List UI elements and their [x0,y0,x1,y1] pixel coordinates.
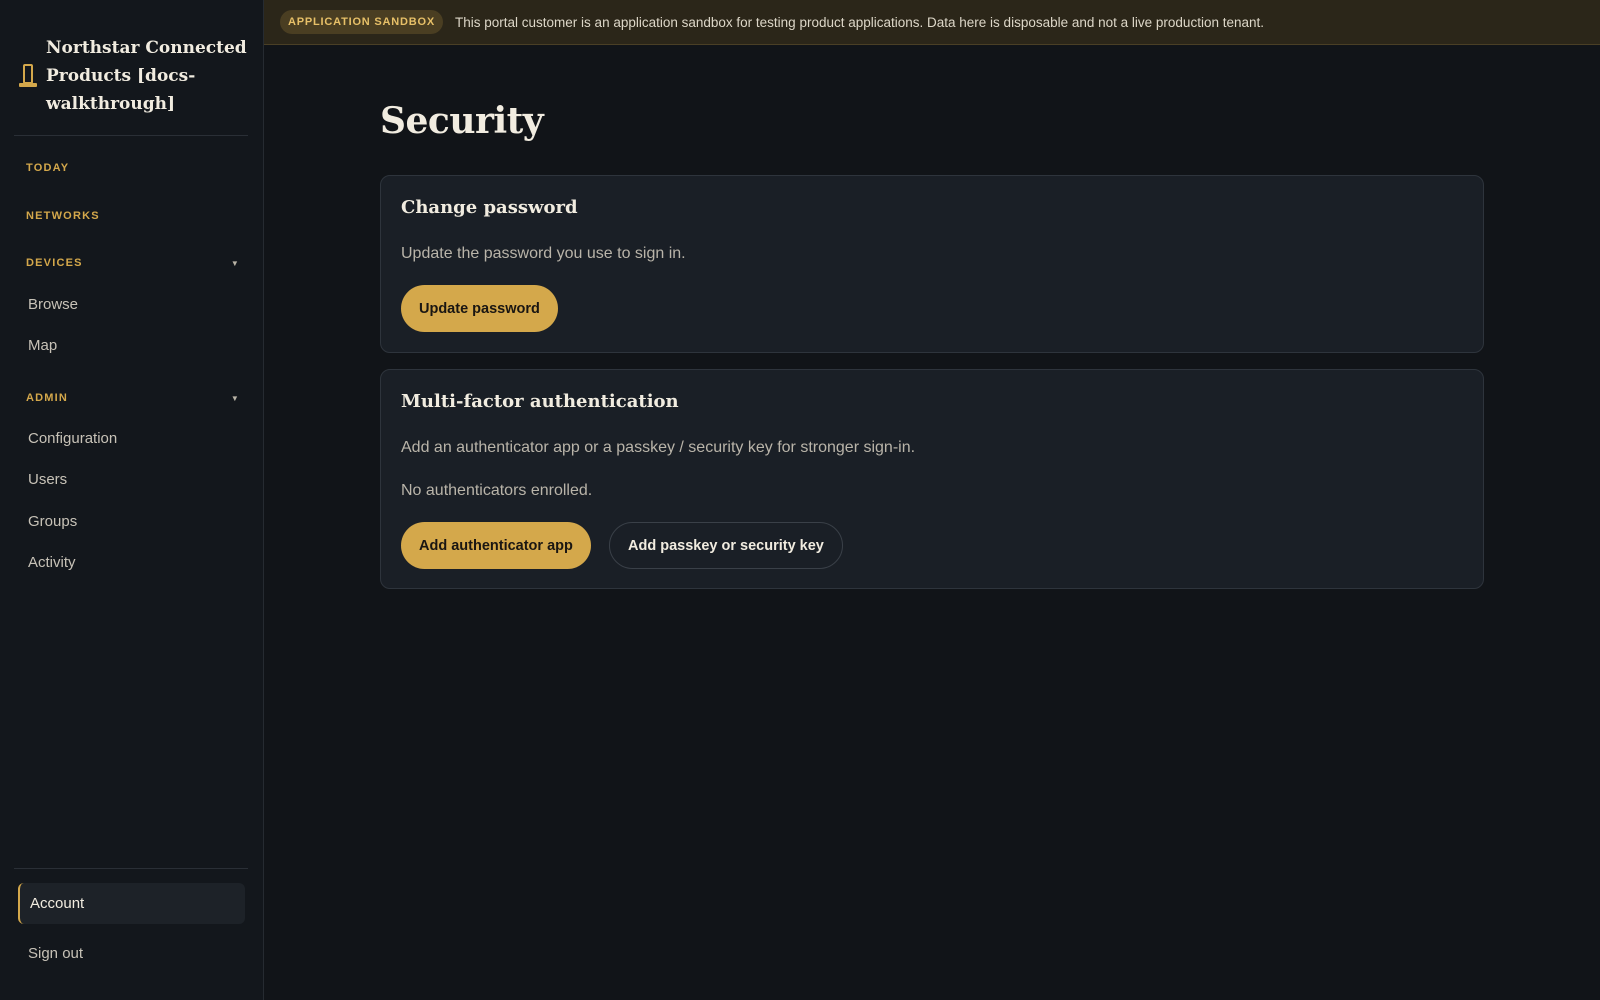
sidebar-item-groups[interactable]: Groups [28,513,77,530]
nav-admin-toggle[interactable]: ADMIN ▼ [26,392,240,404]
chevron-down-icon: ▼ [230,393,240,403]
card-title: Multi-factor authentication [401,391,679,412]
add-passkey-button[interactable]: Add passkey or security key [609,522,843,569]
card-description: Update the password you use to sign in. [401,245,686,262]
sandbox-badge: APPLICATION SANDBOX [280,10,444,34]
nav-devices-label: DEVICES [26,257,83,269]
nav-today-label: TODAY [26,162,70,174]
sidebar-item-map[interactable]: Map [28,337,57,354]
divider [14,135,248,136]
sidebar-item-configuration[interactable]: Configuration [28,430,117,447]
sidebar-item-account[interactable]: Account [18,883,245,924]
nav-devices-toggle[interactable]: DEVICES ▼ [26,257,240,269]
sidebar: Northstar Connected Products [docs-walkt… [0,0,264,1000]
card-title: Change password [401,197,578,218]
nav-today[interactable]: TODAY [26,162,240,174]
change-password-card: Change password Update the password you … [380,175,1484,353]
chevron-down-icon: ▼ [230,258,240,268]
sidebar-item-users[interactable]: Users [28,471,67,488]
sidebar-item-browse[interactable]: Browse [28,296,78,313]
nav-admin-label: ADMIN [26,392,69,404]
sandbox-banner: APPLICATION SANDBOX This portal customer… [264,0,1600,45]
brand[interactable]: Northstar Connected Products [docs-walkt… [18,34,250,118]
mfa-status: No authenticators enrolled. [401,482,593,499]
update-password-button[interactable]: Update password [401,285,558,332]
sandbox-banner-text: This portal customer is an application s… [455,14,1264,30]
nav-networks-label: NETWORKS [26,210,100,222]
bollard-icon [18,62,38,90]
add-authenticator-app-button[interactable]: Add authenticator app [401,522,591,569]
divider [14,868,248,869]
card-description: Add an authenticator app or a passkey / … [401,439,916,456]
page-title: Security [380,100,544,142]
brand-title: Northstar Connected Products [docs-walkt… [46,38,247,114]
nav-networks[interactable]: NETWORKS [26,210,240,222]
mfa-card: Multi-factor authentication Add an authe… [380,369,1484,589]
sidebar-item-activity[interactable]: Activity [28,554,76,571]
sign-out-link[interactable]: Sign out [28,945,83,962]
